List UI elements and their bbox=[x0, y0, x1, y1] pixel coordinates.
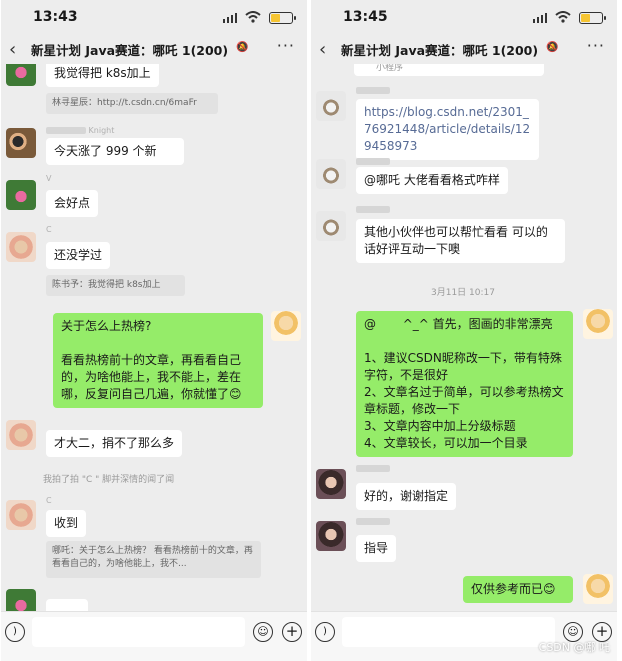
avatar[interactable] bbox=[6, 500, 36, 530]
sender-name bbox=[356, 157, 390, 166]
more-button[interactable]: ··· bbox=[277, 36, 295, 55]
plus-icon[interactable]: + bbox=[282, 622, 302, 642]
avatar[interactable] bbox=[583, 574, 613, 604]
status-time: 13:43 bbox=[33, 9, 78, 25]
message-bubble[interactable]: 其他小伙伴也可以帮忙看看 可以的话好评互动一下噢 bbox=[356, 219, 565, 263]
message-input[interactable] bbox=[342, 617, 555, 647]
status-time: 13:45 bbox=[343, 9, 388, 25]
avatar[interactable] bbox=[271, 311, 301, 341]
avatar[interactable] bbox=[316, 469, 346, 499]
quote-block[interactable]: 哪吒：关于怎么上热榜？ 看看热榜前十的文章，再看看自己的，为啥他能上，我不... bbox=[46, 541, 261, 578]
battery-icon bbox=[269, 12, 296, 24]
more-button[interactable]: ··· bbox=[587, 36, 605, 55]
message-bubble[interactable]: 还没学过 bbox=[46, 242, 111, 269]
sender-name bbox=[356, 86, 390, 95]
sender-name bbox=[356, 205, 390, 214]
input-bar: ) ☺ + bbox=[1, 611, 307, 661]
timestamp: 3月11日 10:17 bbox=[431, 288, 495, 298]
quote-block[interactable]: 陈书予：我觉得把 k8s加上 bbox=[46, 275, 185, 296]
wifi-icon bbox=[245, 11, 261, 23]
watermark: CSDN @哪 吒 bbox=[538, 641, 610, 654]
avatar[interactable] bbox=[6, 232, 36, 262]
bell-mute-icon: 🔕 bbox=[546, 42, 559, 53]
message-input[interactable] bbox=[32, 617, 245, 647]
link-message[interactable]: https://blog.csdn.net/2301_76921448/arti… bbox=[356, 99, 539, 160]
message-bubble[interactable]: 仅供参考而已😊 bbox=[463, 576, 573, 603]
chat-title: 新星计划 Java赛道：哪吒 1(200) bbox=[31, 43, 229, 58]
sender-name bbox=[356, 464, 390, 473]
chat-screen-right: 13:45 ‹ 新星计划 Java赛道：哪吒 1(200) 🔕 ··· 小程序 … bbox=[311, 0, 617, 661]
sender-name: V bbox=[46, 174, 52, 183]
emoji-icon[interactable]: ☺ bbox=[253, 622, 273, 642]
message-bubble[interactable] bbox=[46, 599, 88, 611]
avatar[interactable] bbox=[6, 420, 36, 450]
avatar[interactable] bbox=[316, 91, 346, 121]
message-bubble[interactable]: 关于怎么上热榜? 看看热榜前十的文章，再看看自己的，为啥他能上，我不能上，差在哪… bbox=[53, 313, 263, 408]
message-bubble[interactable]: 我觉得把 k8s加上 bbox=[46, 64, 159, 87]
system-message: 我拍了拍 "C " 脚并深情的闻了闻 bbox=[43, 475, 175, 485]
voice-icon[interactable]: ) bbox=[315, 622, 335, 642]
avatar[interactable] bbox=[6, 128, 36, 158]
chat-title: 新星计划 Java赛道：哪吒 1(200) bbox=[341, 43, 539, 58]
avatar[interactable] bbox=[316, 159, 346, 189]
message-bubble[interactable]: 指导 bbox=[356, 535, 397, 562]
voice-icon[interactable]: ) bbox=[5, 622, 25, 642]
nav-bar: ‹ 新星计划 Java赛道：哪吒 1(200) 🔕 ··· bbox=[311, 34, 617, 64]
sender-name: C bbox=[46, 496, 52, 505]
avatar[interactable] bbox=[6, 589, 36, 611]
signal-icon bbox=[533, 13, 547, 23]
sender-name: Knight bbox=[46, 126, 114, 135]
back-button[interactable]: ‹ bbox=[319, 39, 326, 60]
message-list[interactable]: 小程序 https://blog.csdn.net/2301_76921448/… bbox=[311, 64, 617, 611]
avatar[interactable] bbox=[316, 211, 346, 241]
message-bubble[interactable]: 好的，谢谢指定 bbox=[356, 483, 457, 510]
miniprogram-card[interactable]: 小程序 bbox=[354, 64, 544, 76]
signal-icon bbox=[223, 13, 237, 23]
miniprogram-label: 小程序 bbox=[376, 64, 404, 73]
message-list[interactable]: 我觉得把 k8s加上 林寻星辰：http://t.csdn.cn/6maFr K… bbox=[1, 64, 307, 611]
avatar[interactable] bbox=[6, 180, 36, 210]
chat-screen-left: 13:43 ‹ 新星计划 Java赛道：哪吒 1(200) 🔕 ··· 我觉得把… bbox=[1, 0, 307, 661]
message-bubble[interactable]: 收到 bbox=[46, 510, 87, 537]
battery-icon bbox=[579, 12, 606, 24]
back-button[interactable]: ‹ bbox=[9, 39, 16, 60]
quote-block[interactable]: 林寻星辰：http://t.csdn.cn/6maFr bbox=[46, 93, 218, 114]
message-bubble[interactable]: @ ^_^ 首先，图画的非常漂亮 1、建议CSDN昵称改一下，带有特殊字符，不是… bbox=[356, 311, 573, 457]
message-bubble[interactable]: 今天涨了 999 个新 bbox=[46, 138, 184, 165]
status-bar: 13:43 bbox=[1, 0, 307, 34]
sender-name: C bbox=[46, 225, 52, 234]
avatar[interactable] bbox=[6, 64, 36, 86]
nav-bar: ‹ 新星计划 Java赛道：哪吒 1(200) 🔕 ··· bbox=[1, 34, 307, 64]
avatar[interactable] bbox=[316, 521, 346, 551]
wifi-icon bbox=[555, 11, 571, 23]
bell-mute-icon: 🔕 bbox=[236, 42, 249, 53]
message-bubble[interactable]: 会好点 bbox=[46, 190, 99, 217]
message-bubble[interactable]: @哪吒 大佬看看格式咋样 bbox=[356, 167, 508, 194]
avatar[interactable] bbox=[583, 309, 613, 339]
message-bubble[interactable]: 才大二，捐不了那么多 bbox=[46, 430, 183, 457]
sender-name bbox=[356, 517, 390, 526]
status-bar: 13:45 bbox=[311, 0, 617, 34]
